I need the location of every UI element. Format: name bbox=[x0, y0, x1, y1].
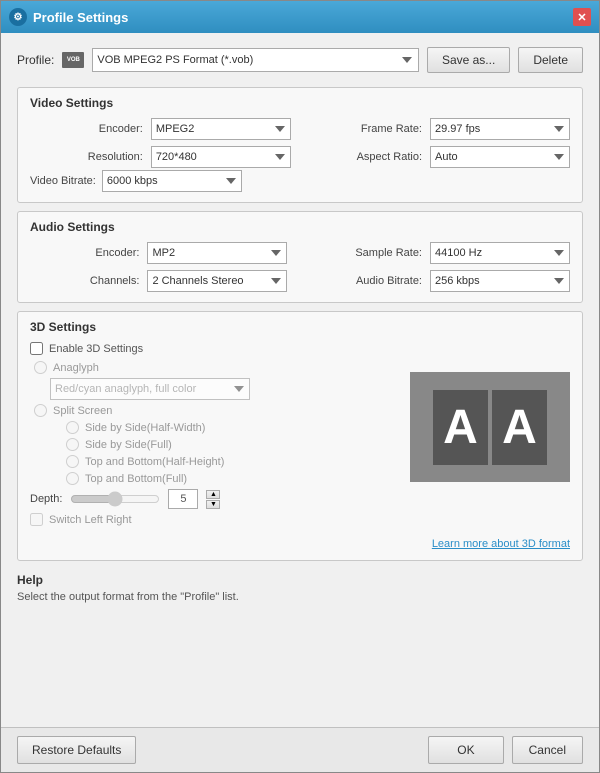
switch-left-right-label: Switch Left Right bbox=[49, 514, 132, 526]
learn-more-link[interactable]: Learn more about 3D format bbox=[432, 538, 570, 550]
help-section: Help Select the output format from the "… bbox=[17, 569, 583, 607]
video-settings-title: Video Settings bbox=[30, 96, 570, 110]
video-settings-grid: Encoder: MPEG2 Frame Rate: 29.97 fps Res… bbox=[30, 118, 570, 168]
three-d-settings-section: 3D Settings Enable 3D Settings Anaglyph bbox=[17, 311, 583, 561]
resolution-select[interactable]: 720*480 bbox=[151, 146, 291, 168]
switch-left-right-row: Switch Left Right bbox=[30, 513, 400, 526]
anaglyph-dropdown-row: Red/cyan anaglyph, full color bbox=[30, 378, 400, 400]
audio-encoder-label: Encoder: bbox=[30, 247, 139, 259]
profile-settings-dialog: ⚙ Profile Settings ✕ Profile: VOB VOB MP… bbox=[0, 0, 600, 773]
dialog-content: Profile: VOB VOB MPEG2 PS Format (*.vob)… bbox=[1, 33, 599, 727]
help-text: Select the output format from the "Profi… bbox=[17, 591, 583, 603]
sample-rate-select[interactable]: 44100 Hz bbox=[430, 242, 570, 264]
option4-label: Top and Bottom(Full) bbox=[85, 473, 187, 485]
split-screen-label: Split Screen bbox=[53, 405, 112, 417]
option1-label: Side by Side(Half-Width) bbox=[85, 422, 205, 434]
enable-3d-row: Enable 3D Settings bbox=[30, 342, 400, 355]
split-screen-radio-row: Split Screen bbox=[30, 404, 400, 417]
split-screen-radio[interactable] bbox=[34, 404, 47, 417]
frame-rate-label: Frame Rate: bbox=[299, 123, 422, 135]
anaglyph-radio-row: Anaglyph bbox=[30, 361, 400, 374]
aspect-ratio-select[interactable]: Auto bbox=[430, 146, 570, 168]
depth-row: Depth: ▲ ▼ bbox=[30, 489, 400, 509]
profile-label: Profile: bbox=[17, 53, 54, 67]
cancel-button[interactable]: Cancel bbox=[512, 736, 583, 764]
option4-row: Top and Bottom(Full) bbox=[30, 472, 400, 485]
aspect-ratio-label: Aspect Ratio: bbox=[299, 151, 422, 163]
close-button[interactable]: ✕ bbox=[573, 8, 591, 26]
option3-label: Top and Bottom(Half-Height) bbox=[85, 456, 224, 468]
option2-row: Side by Side(Full) bbox=[30, 438, 400, 451]
3d-preview-box: A A bbox=[410, 372, 570, 482]
profile-format-icon: VOB bbox=[62, 52, 84, 68]
save-as-button[interactable]: Save as... bbox=[427, 47, 510, 73]
anaglyph-radio[interactable] bbox=[34, 361, 47, 374]
video-settings-section: Video Settings Encoder: MPEG2 Frame Rate… bbox=[17, 87, 583, 203]
three-d-settings-title: 3D Settings bbox=[30, 320, 570, 334]
channels-select[interactable]: 2 Channels Stereo bbox=[147, 270, 287, 292]
depth-up-button[interactable]: ▲ bbox=[206, 490, 220, 499]
audio-encoder-select[interactable]: MP2 bbox=[147, 242, 287, 264]
frame-rate-select[interactable]: 29.97 fps bbox=[430, 118, 570, 140]
depth-value-input[interactable] bbox=[168, 489, 198, 509]
top-bottom-full-radio[interactable] bbox=[66, 472, 79, 485]
depth-slider[interactable] bbox=[70, 491, 160, 507]
help-title: Help bbox=[17, 573, 583, 587]
video-bitrate-select[interactable]: 6000 kbps bbox=[102, 170, 242, 192]
option3-row: Top and Bottom(Half-Height) bbox=[30, 455, 400, 468]
switch-left-right-checkbox[interactable] bbox=[30, 513, 43, 526]
profile-select[interactable]: VOB MPEG2 PS Format (*.vob) bbox=[92, 48, 419, 72]
video-bitrate-label: Video Bitrate: bbox=[30, 175, 96, 187]
side-by-side-half-radio[interactable] bbox=[66, 421, 79, 434]
bottom-right: OK Cancel bbox=[428, 736, 583, 764]
audio-bitrate-select[interactable]: 256 kbps bbox=[430, 270, 570, 292]
audio-bitrate-label: Audio Bitrate: bbox=[295, 275, 422, 287]
three-d-inner: Enable 3D Settings Anaglyph Red/cyan ana… bbox=[30, 342, 570, 532]
three-d-controls: Enable 3D Settings Anaglyph Red/cyan ana… bbox=[30, 342, 400, 532]
audio-settings-section: Audio Settings Encoder: MP2 Sample Rate:… bbox=[17, 211, 583, 303]
dialog-icon: ⚙ bbox=[9, 8, 27, 26]
dialog-title: Profile Settings bbox=[33, 10, 573, 25]
sample-rate-label: Sample Rate: bbox=[295, 247, 422, 259]
preview-letters: A A bbox=[433, 390, 547, 465]
encoder-label: Encoder: bbox=[30, 123, 143, 135]
channels-label: Channels: bbox=[30, 275, 139, 287]
resolution-label: Resolution: bbox=[30, 151, 143, 163]
depth-down-button[interactable]: ▼ bbox=[206, 500, 220, 509]
bottom-left: Restore Defaults bbox=[17, 736, 136, 764]
encoder-select[interactable]: MPEG2 bbox=[151, 118, 291, 140]
option2-label: Side by Side(Full) bbox=[85, 439, 172, 451]
audio-settings-title: Audio Settings bbox=[30, 220, 570, 234]
delete-button[interactable]: Delete bbox=[518, 47, 583, 73]
anaglyph-label: Anaglyph bbox=[53, 362, 99, 374]
option1-row: Side by Side(Half-Width) bbox=[30, 421, 400, 434]
audio-settings-grid: Encoder: MP2 Sample Rate: 44100 Hz Chann… bbox=[30, 242, 570, 292]
bottom-bar: Restore Defaults OK Cancel bbox=[1, 727, 599, 772]
side-by-side-full-radio[interactable] bbox=[66, 438, 79, 451]
restore-defaults-button[interactable]: Restore Defaults bbox=[17, 736, 136, 764]
title-bar: ⚙ Profile Settings ✕ bbox=[1, 1, 599, 33]
ok-button[interactable]: OK bbox=[428, 736, 503, 764]
enable-3d-checkbox[interactable] bbox=[30, 342, 43, 355]
anaglyph-type-select[interactable]: Red/cyan anaglyph, full color bbox=[50, 378, 250, 400]
depth-spinner: ▲ ▼ bbox=[206, 490, 220, 509]
preview-letter-a1: A bbox=[433, 390, 488, 465]
depth-label: Depth: bbox=[30, 493, 62, 505]
preview-letter-a2: A bbox=[492, 390, 547, 465]
top-bottom-half-radio[interactable] bbox=[66, 455, 79, 468]
profile-row: Profile: VOB VOB MPEG2 PS Format (*.vob)… bbox=[17, 43, 583, 79]
enable-3d-label: Enable 3D Settings bbox=[49, 343, 143, 355]
